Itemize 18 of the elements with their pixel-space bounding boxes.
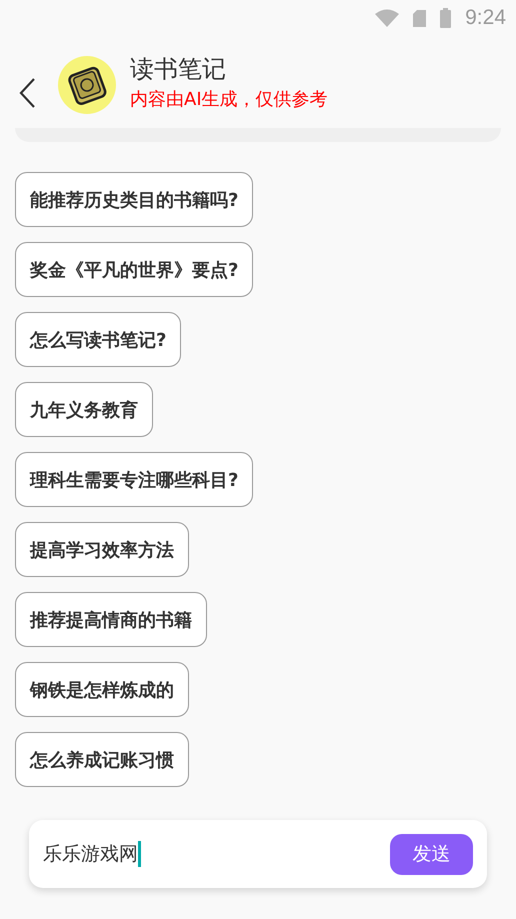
message-input[interactable]: 乐乐游戏网 发送 [29,820,487,888]
suggestion-chip[interactable]: 怎么养成记账习惯 [15,732,189,787]
suggestion-chip[interactable]: 九年义务教育 [15,382,153,437]
ai-disclaimer: 内容由AI生成，仅供参考 [130,88,328,111]
suggestion-chip[interactable]: 钢铁是怎样炼成的 [15,662,189,717]
suggestion-chip[interactable]: 提高学习效率方法 [15,522,189,577]
suggestion-chip[interactable]: 怎么写读书笔记? [15,312,182,367]
suggestion-chip[interactable]: 理科生需要专注哪些科目? [15,452,254,507]
suggestion-chip[interactable]: 能推荐历史类目的书籍吗? [15,172,254,227]
status-time: 9:24 [465,6,506,30]
suggestion-chip[interactable]: 奖金《平凡的世界》要点? [15,242,254,297]
suggestion-chip[interactable]: 推荐提高情商的书籍 [15,592,207,647]
battery-icon [440,8,452,28]
wifi-icon [375,9,400,27]
page-title: 读书笔记 [130,54,227,85]
book-avatar-icon [58,56,116,114]
sim-card-icon [413,10,426,26]
send-button[interactable]: 发送 [390,834,473,874]
